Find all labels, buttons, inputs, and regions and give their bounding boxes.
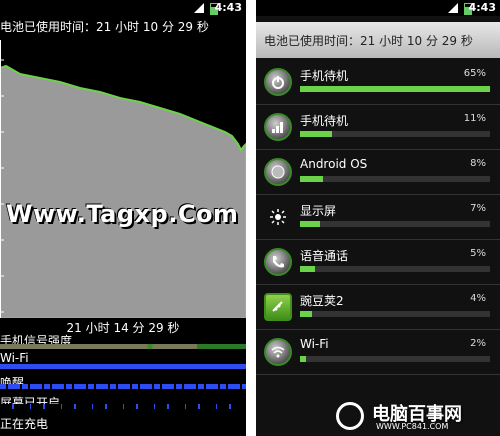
- battery-usage-screen: 4:43 电池已使用时间：21 小时 10 分 29 秒 手机待机 65% 手机…: [256, 0, 500, 436]
- app-row-wifi[interactable]: Wi-Fi 2%: [256, 330, 500, 375]
- signal-strength-bar: [0, 344, 246, 349]
- screen-on-bar: [0, 404, 246, 409]
- app-percent: 4%: [470, 293, 486, 304]
- logo-url: WWW.PC841.COM: [376, 422, 449, 431]
- app-percent: 11%: [463, 113, 486, 124]
- status-bar: 4:43: [256, 0, 500, 16]
- usage-bar: [300, 176, 490, 182]
- site-logo: 电脑百事网 WWW.PC841.COM: [336, 398, 496, 434]
- app-name: Android OS: [300, 157, 368, 171]
- app-name: 语音通话: [300, 249, 349, 263]
- status-time: 4:43: [214, 1, 242, 14]
- usage-bar-fill: [300, 221, 321, 227]
- phone-icon: [264, 248, 292, 276]
- watermark-text: Www.Tagxp.Com: [6, 200, 239, 228]
- app-row-display[interactable]: 显示屏 7%: [256, 195, 500, 240]
- battery-level-graph: [0, 40, 246, 318]
- app-name: Wi-Fi: [300, 337, 329, 351]
- usage-bar-fill: [300, 131, 333, 137]
- battery-history-screen: 4:43 电池已使用时间：21 小时 10 分 29 秒 Www.Tagxp.C…: [0, 0, 246, 436]
- signal-strength-icon: [194, 3, 204, 13]
- app-name: 显示屏: [300, 204, 337, 218]
- usage-bar: [300, 311, 490, 317]
- usage-bar-fill: [300, 176, 324, 182]
- usage-bar: [300, 221, 490, 227]
- wake-bar: [0, 384, 246, 389]
- wifi-label: Wi-Fi: [0, 351, 29, 365]
- logo-circle-icon: [336, 402, 364, 430]
- status-time: 4:43: [468, 1, 496, 14]
- battery-usage-header: 电池已使用时间：21 小时 10 分 29 秒: [256, 22, 500, 58]
- app-row-wandoujia[interactable]: 豌豆荚2 4%: [256, 285, 500, 330]
- app-name: 豌豆荚2: [300, 294, 344, 308]
- app-name: 手机待机: [300, 114, 349, 128]
- power-icon: [264, 68, 292, 96]
- battery-usage-title: 电池已使用时间：21 小时 10 分 29 秒: [0, 20, 209, 34]
- battery-usage-header-text: 电池已使用时间：21 小时 10 分 29 秒: [264, 34, 473, 48]
- usage-bar: [300, 86, 490, 92]
- app-row-voice-call[interactable]: 语音通话 5%: [256, 240, 500, 285]
- app-percent: 65%: [463, 68, 486, 79]
- app-name: 手机待机: [300, 69, 349, 83]
- signal-icon: [264, 113, 292, 141]
- usage-bar-fill: [300, 266, 315, 272]
- usage-bar: [300, 356, 490, 362]
- brightness-icon: [264, 203, 292, 231]
- usage-bar-fill: [300, 311, 312, 317]
- usage-bar: [300, 131, 490, 137]
- wifi-bar: [0, 364, 246, 369]
- app-row-phone-idle[interactable]: 手机待机 65%: [256, 60, 500, 105]
- charging-label: 正在充电: [0, 417, 49, 431]
- usage-bar: [300, 266, 490, 272]
- app-percent: 8%: [470, 158, 486, 169]
- wifi-icon: [264, 338, 292, 366]
- wandoujia-icon: [264, 293, 292, 321]
- android-os-icon: [264, 158, 292, 186]
- signal-strength-icon: [448, 3, 458, 13]
- app-percent: 5%: [470, 248, 486, 259]
- app-row-android-os[interactable]: Android OS 8%: [256, 150, 500, 195]
- usage-bar-fill: [300, 356, 306, 362]
- app-percent: 2%: [470, 338, 486, 349]
- app-percent: 7%: [470, 203, 486, 214]
- app-row-cell-standby[interactable]: 手机待机 11%: [256, 105, 500, 150]
- status-bar: 4:43: [0, 0, 246, 16]
- usage-bar-fill: [300, 86, 490, 92]
